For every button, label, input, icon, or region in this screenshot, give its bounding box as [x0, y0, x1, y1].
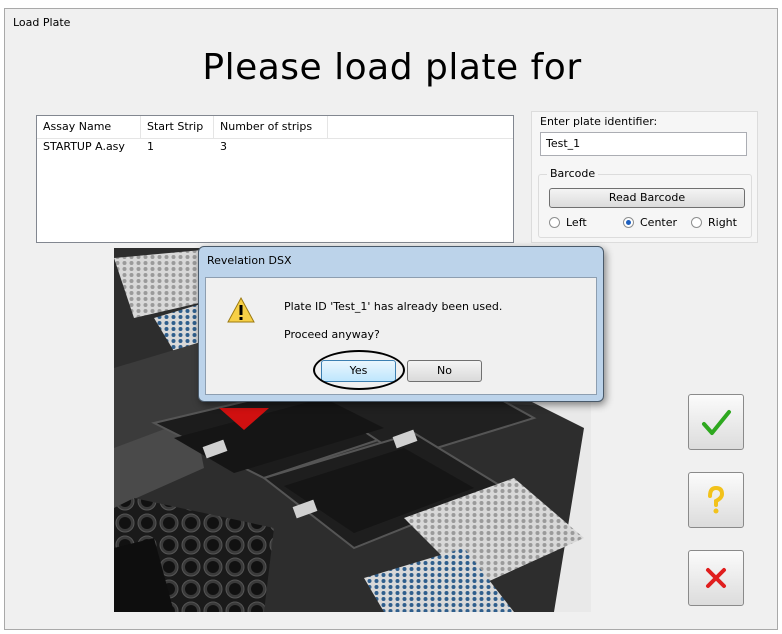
barcode-center-radio[interactable]: Center: [623, 216, 677, 229]
confirm-button[interactable]: [688, 394, 744, 450]
close-icon: [706, 568, 726, 588]
warning-icon: [227, 296, 255, 323]
no-button[interactable]: No: [407, 360, 482, 382]
radio-dot-selected: [623, 217, 634, 228]
column-header-number-of-strips[interactable]: Number of strips: [214, 116, 328, 138]
dialog-body: Plate ID 'Test_1' has already been used.…: [205, 277, 597, 395]
yes-highlight-ellipse: [313, 350, 405, 390]
plate-id-panel: Enter plate identifier: Test_1 Barcode R…: [531, 111, 758, 243]
radio-center-label: Center: [640, 216, 678, 229]
table-header: Assay Name Start Strip Number of strips: [37, 116, 513, 139]
radio-dot: [549, 217, 560, 228]
barcode-right-radio[interactable]: Right: [691, 216, 737, 229]
check-icon: [702, 410, 731, 435]
plate-id-input[interactable]: Test_1: [540, 132, 747, 156]
column-header-assay-name[interactable]: Assay Name: [37, 116, 141, 138]
radio-right-label: Right: [708, 216, 737, 229]
revelation-dsx-dialog: Revelation DSX Plate ID 'Test_1' has alr…: [198, 246, 604, 402]
plate-id-label: Enter plate identifier:: [540, 115, 658, 128]
cancel-button[interactable]: [688, 550, 744, 606]
barcode-group: Barcode Read Barcode Left Center Right: [538, 167, 752, 238]
dialog-message: Plate ID 'Test_1' has already been used.: [284, 300, 503, 313]
page-title: Please load plate for: [202, 47, 582, 88]
barcode-group-label: Barcode: [547, 167, 599, 180]
dialog-title: Revelation DSX: [207, 254, 292, 267]
cell-assay-name: STARTUP A.asy: [43, 140, 125, 153]
cell-start-strip: 1: [147, 140, 154, 153]
column-header-start-strip[interactable]: Start Strip: [141, 116, 214, 138]
radio-dot: [691, 217, 702, 228]
window-title: Load Plate: [13, 16, 71, 29]
help-button[interactable]: [688, 472, 744, 528]
cell-number-of-strips: 3: [220, 140, 227, 153]
barcode-left-radio[interactable]: Left: [549, 216, 587, 229]
radio-left-label: Left: [566, 216, 587, 229]
read-barcode-button[interactable]: Read Barcode: [549, 188, 745, 208]
dialog-question: Proceed anyway?: [284, 328, 380, 341]
assay-table[interactable]: Assay Name Start Strip Number of strips …: [36, 115, 514, 243]
question-icon: [708, 485, 725, 514]
